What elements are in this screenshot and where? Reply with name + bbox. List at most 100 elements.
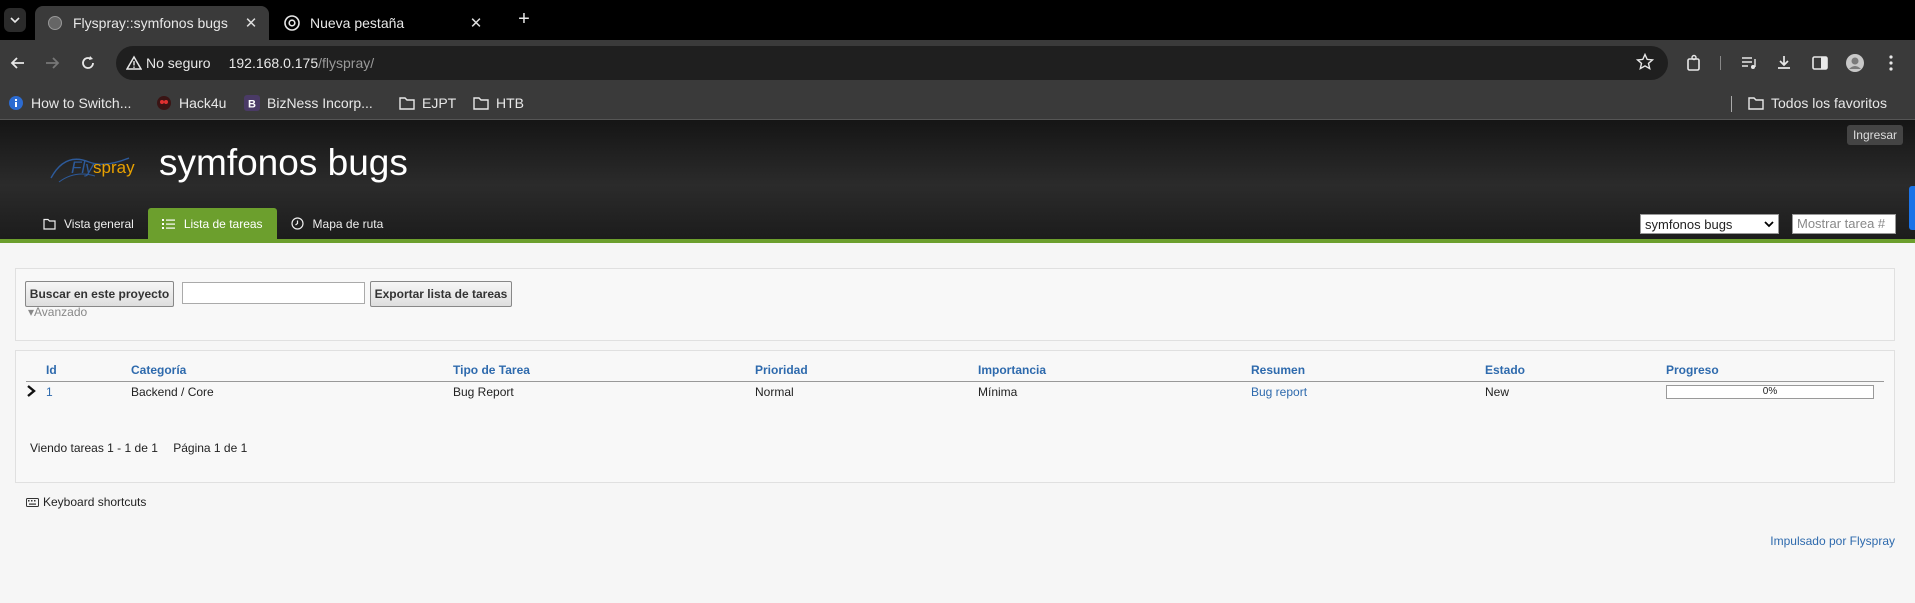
bookmarks-bar: How to Switch... Hack4u B BizNess Incorp… bbox=[0, 86, 1915, 120]
col-header[interactable]: Resumen bbox=[1251, 357, 1485, 382]
folder-icon bbox=[42, 217, 56, 231]
tab-label: Mapa de ruta bbox=[312, 216, 384, 231]
url-host: 192.168.0.175 bbox=[228, 55, 319, 71]
project-nav: Vista general Lista de tareas Mapa de ru… bbox=[28, 208, 397, 239]
page-content: Fly spray symfonos bugs Ingresar Vista g… bbox=[0, 120, 1915, 603]
tab-lista-de-tareas[interactable]: Lista de tareas bbox=[147, 208, 277, 239]
extensions-button[interactable] bbox=[1684, 52, 1706, 74]
keyboard-shortcuts-link[interactable]: Keyboard shortcuts bbox=[26, 495, 146, 509]
bookmark-hack4u[interactable]: Hack4u bbox=[156, 92, 226, 114]
folder-icon bbox=[473, 95, 489, 111]
kebab-menu-icon bbox=[1889, 55, 1893, 71]
flyspray-logo[interactable]: Fly spray bbox=[45, 144, 140, 192]
export-tasks-button[interactable]: Exportar lista de tareas bbox=[370, 281, 512, 307]
warning-icon bbox=[126, 55, 142, 70]
search-input[interactable] bbox=[182, 282, 365, 304]
chevron-down-icon bbox=[1764, 221, 1774, 228]
login-button[interactable]: Ingresar bbox=[1846, 125, 1903, 145]
reload-button[interactable] bbox=[76, 51, 100, 75]
back-button[interactable] bbox=[6, 51, 30, 75]
close-icon[interactable]: ✕ bbox=[241, 14, 261, 32]
toolbar-divider bbox=[1720, 56, 1721, 70]
task-table: Id Categoría Tipo de Tarea Prioridad Imp… bbox=[26, 357, 1884, 403]
table-row[interactable]: 1 Backend / Core Bug Report Normal Mínim… bbox=[26, 381, 1884, 403]
url-path: /flyspray/ bbox=[318, 55, 375, 71]
security-label: No seguro bbox=[146, 55, 211, 71]
playlist-icon bbox=[1742, 57, 1756, 69]
tab-title: Flyspray::symfonos bugs bbox=[73, 15, 228, 31]
bookmark-label: Hack4u bbox=[179, 95, 227, 111]
task-type: Bug Report bbox=[453, 385, 514, 400]
col-header[interactable]: Tipo de Tarea bbox=[453, 357, 755, 382]
task-severity: Mínima bbox=[978, 385, 1018, 400]
col-header[interactable]: Progreso bbox=[1666, 357, 1884, 382]
star-icon[interactable] bbox=[1636, 53, 1654, 71]
arrow-right-icon bbox=[46, 57, 60, 69]
avatar-icon bbox=[1846, 54, 1864, 72]
keyboard-shortcuts-label: Keyboard shortcuts bbox=[43, 495, 147, 509]
side-panel-button[interactable] bbox=[1809, 52, 1831, 74]
tab-mapa-de-ruta[interactable]: Mapa de ruta bbox=[277, 208, 398, 239]
browser-toolbar: No seguro 192.168.0.175/flyspray/ bbox=[0, 40, 1915, 86]
tab-list-button[interactable] bbox=[4, 8, 26, 32]
task-priority: Normal bbox=[755, 385, 794, 400]
bookmark-how-to-switch[interactable]: How to Switch... bbox=[8, 92, 131, 114]
new-tab-button[interactable]: + bbox=[512, 8, 536, 32]
all-bookmarks-folder[interactable]: Todos los favoritos bbox=[1748, 92, 1887, 114]
chevron-right-icon bbox=[27, 384, 36, 397]
advanced-toggle[interactable]: ▾Avanzado bbox=[28, 305, 87, 319]
svg-text:B: B bbox=[248, 99, 256, 111]
powered-by-link[interactable]: Impulsado por Flyspray bbox=[1770, 534, 1895, 548]
url-text: 192.168.0.175/flyspray/ bbox=[229, 55, 375, 71]
security-indicator[interactable]: No seguro bbox=[126, 55, 211, 71]
browser-tab-bar: Flyspray::symfonos bugs ✕ Nueva pestaña … bbox=[0, 0, 1915, 40]
task-id-link[interactable]: 1 bbox=[46, 381, 131, 403]
download-icon bbox=[1778, 56, 1790, 69]
flyspray-header: Fly spray symfonos bugs Ingresar Vista g… bbox=[0, 120, 1915, 243]
search-project-button[interactable]: Buscar en este proyecto bbox=[25, 281, 174, 307]
project-select[interactable]: symfonos bugs bbox=[1640, 214, 1779, 234]
folder-icon bbox=[1748, 95, 1764, 111]
tab-vista-general[interactable]: Vista general bbox=[28, 208, 148, 239]
letter-b-icon: B bbox=[244, 95, 260, 111]
clock-icon bbox=[291, 217, 305, 231]
browser-tab-flyspray[interactable]: Flyspray::symfonos bugs ✕ bbox=[35, 6, 269, 40]
media-button[interactable] bbox=[1738, 52, 1760, 74]
task-category: Backend / Core bbox=[131, 385, 214, 400]
info-icon bbox=[8, 95, 24, 111]
profile-avatar[interactable] bbox=[1844, 52, 1866, 74]
forward-button[interactable] bbox=[40, 51, 64, 75]
downloads-button[interactable] bbox=[1773, 52, 1795, 74]
bookmark-htb[interactable]: HTB bbox=[473, 92, 524, 114]
bookmark-ejpt[interactable]: EJPT bbox=[399, 92, 456, 114]
arrow-left-icon bbox=[10, 57, 24, 69]
reload-icon bbox=[82, 56, 94, 69]
expand-cell[interactable] bbox=[26, 381, 46, 403]
show-task-input[interactable]: Mostrar tarea # bbox=[1792, 214, 1896, 234]
bookmark-label: BizNess Incorp... bbox=[267, 95, 373, 111]
menu-button[interactable] bbox=[1880, 52, 1902, 74]
browser-tab-new[interactable]: Nueva pestaña ✕ bbox=[272, 6, 494, 40]
chevron-down-icon bbox=[10, 17, 20, 24]
hack4u-icon bbox=[156, 95, 172, 111]
col-header[interactable]: Id bbox=[46, 357, 131, 382]
task-progress: 0% bbox=[1666, 381, 1884, 403]
bookmark-label: HTB bbox=[496, 95, 524, 111]
table-header-row: Id Categoría Tipo de Tarea Prioridad Imp… bbox=[26, 357, 1884, 382]
address-bar[interactable]: No seguro 192.168.0.175/flyspray/ bbox=[116, 46, 1668, 80]
folder-icon bbox=[399, 95, 415, 111]
close-icon[interactable]: ✕ bbox=[466, 14, 486, 32]
col-header[interactable]: Importancia bbox=[978, 357, 1251, 382]
col-header[interactable]: Categoría bbox=[131, 357, 453, 382]
task-summary-link[interactable]: Bug report bbox=[1251, 381, 1485, 403]
tab-label: Lista de tareas bbox=[183, 216, 263, 231]
col-header[interactable]: Prioridad bbox=[755, 357, 978, 382]
tab-title: Nueva pestaña bbox=[310, 15, 405, 31]
bookmark-label: EJPT bbox=[422, 95, 457, 111]
col-header[interactable]: Estado bbox=[1485, 357, 1666, 382]
progress-bar: 0% bbox=[1666, 385, 1874, 400]
viewing-text: Viendo tareas 1 - 1 de 1 bbox=[30, 441, 158, 455]
logo-text-fly: Fly bbox=[71, 158, 94, 177]
globe-icon bbox=[48, 16, 62, 30]
bookmark-bizness[interactable]: B BizNess Incorp... bbox=[244, 92, 373, 114]
